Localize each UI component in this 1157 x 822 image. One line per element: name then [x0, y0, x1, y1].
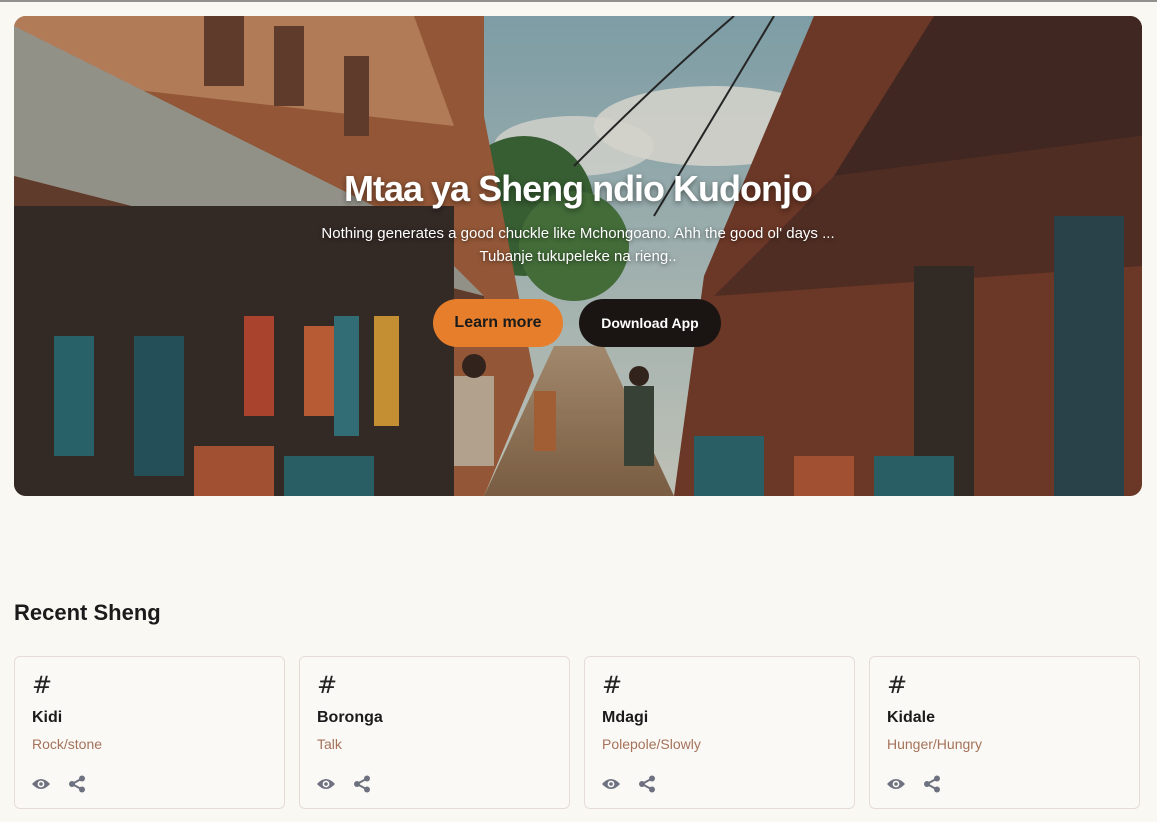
hash-icon: # — [887, 671, 908, 699]
sheng-meaning: Talk — [317, 736, 342, 752]
eye-icon[interactable] — [886, 776, 906, 792]
eye-icon[interactable] — [316, 776, 336, 792]
share-icon[interactable] — [923, 775, 941, 793]
sheng-meaning: Hunger/Hungry — [887, 736, 982, 752]
hash-icon: # — [32, 671, 53, 699]
sheng-card[interactable]: # Mdagi Polepole/Slowly — [584, 656, 855, 809]
download-app-button[interactable]: Download App — [579, 299, 721, 347]
sheng-word: Mdagi — [602, 709, 649, 726]
sheng-word: Kidale — [887, 709, 936, 726]
hero-subtitle: Nothing generates a good chuckle like Mc… — [278, 222, 878, 268]
share-icon[interactable] — [638, 775, 656, 793]
sheng-word: Kidi — [32, 709, 63, 726]
sheng-meaning: Polepole/Slowly — [602, 736, 701, 752]
hero-banner: Mtaa ya Sheng ndio Kudonjo Nothing gener… — [14, 16, 1142, 496]
sheng-card[interactable]: # Boronga Talk — [299, 656, 570, 809]
share-icon[interactable] — [68, 775, 86, 793]
hero-subtitle-line-2: Tubanje tukupeleke na rieng.. — [479, 248, 677, 265]
sheng-card[interactable]: # Kidi Rock/stone — [14, 656, 285, 809]
share-icon[interactable] — [353, 775, 371, 793]
learn-more-button[interactable]: Learn more — [433, 299, 563, 347]
eye-icon[interactable] — [601, 776, 621, 792]
hero-title: Mtaa ya Sheng ndio Kudonjo — [344, 168, 813, 209]
hero-subtitle-line-1: Nothing generates a good chuckle like Mc… — [321, 225, 835, 242]
eye-icon[interactable] — [31, 776, 51, 792]
section-title-recent-sheng: Recent Sheng — [14, 600, 161, 625]
top-divider — [0, 0, 1157, 2]
sheng-word: Boronga — [317, 709, 383, 726]
sheng-card[interactable]: # Kidale Hunger/Hungry — [869, 656, 1140, 809]
hash-icon: # — [602, 671, 623, 699]
sheng-meaning: Rock/stone — [32, 736, 103, 752]
hash-icon: # — [317, 671, 338, 699]
